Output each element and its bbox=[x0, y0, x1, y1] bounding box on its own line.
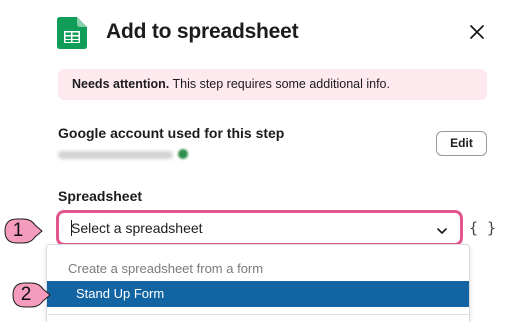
dialog-title: Add to spreadsheet bbox=[106, 20, 299, 43]
alert-message: This step requires some additional info. bbox=[169, 77, 390, 91]
needs-attention-banner: Needs attention. This step requires some… bbox=[58, 69, 487, 100]
insert-variable-icon[interactable]: { } bbox=[469, 219, 496, 237]
callout-marker-1: 1 bbox=[3, 217, 43, 245]
dropdown-group-header: Create a spreadsheet from a form bbox=[68, 261, 264, 276]
account-email-redacted bbox=[58, 149, 188, 161]
dropdown-divider bbox=[47, 314, 469, 315]
status-dot-icon bbox=[178, 149, 188, 159]
callout-marker-2: 2 bbox=[11, 281, 51, 309]
google-sheets-icon bbox=[57, 17, 87, 49]
spreadsheet-select[interactable]: Select a spreadsheet bbox=[56, 210, 463, 246]
spreadsheet-label: Spreadsheet bbox=[58, 188, 143, 204]
callout-number-2: 2 bbox=[20, 284, 32, 305]
spreadsheet-select-placeholder: Select a spreadsheet bbox=[71, 220, 203, 236]
alert-title: Needs attention. bbox=[72, 77, 170, 91]
callout-number-1: 1 bbox=[12, 220, 24, 241]
chevron-down-icon bbox=[436, 223, 448, 234]
edit-account-button[interactable]: Edit bbox=[436, 131, 487, 156]
close-icon[interactable] bbox=[466, 21, 488, 43]
spreadsheet-dropdown-menu: Create a spreadsheet from a form Stand U… bbox=[46, 244, 470, 322]
dropdown-option-stand-up-form[interactable]: Stand Up Form bbox=[47, 281, 469, 307]
account-label: Google account used for this step bbox=[58, 125, 285, 141]
